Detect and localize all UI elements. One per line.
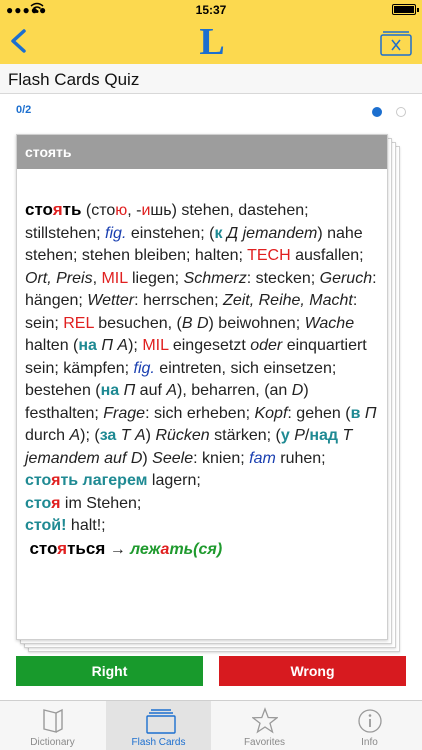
card-word: стоять xyxy=(25,144,72,160)
card-counter: 0/2 xyxy=(16,104,32,116)
page-dot-active[interactable] xyxy=(372,107,382,117)
langenscheidt-logo: L xyxy=(199,21,225,63)
flash-card[interactable]: стоять стоять (стою, -ишь) stehen, daste… xyxy=(16,134,388,640)
status-bar: ●●●●● 15:37 xyxy=(0,0,422,20)
tab-flash-cards[interactable]: Flash Cards xyxy=(106,701,211,750)
headword-reflexive: стояться xyxy=(29,538,106,558)
top-bar: ●●●●● 15:37 L xyxy=(0,0,422,64)
book-icon xyxy=(43,708,63,733)
title-bar: Flash Cards Quiz xyxy=(0,64,422,94)
right-button[interactable]: Right xyxy=(16,656,203,686)
phrase: стоя xyxy=(25,494,61,512)
flash-cards-icon xyxy=(146,709,176,734)
info-icon xyxy=(358,709,382,733)
status-time: 15:37 xyxy=(195,3,227,17)
tab-bar: Dictionary Flash Cards Favorites Info xyxy=(0,700,422,750)
page-title: Flash Cards Quiz xyxy=(8,70,140,89)
tab-dictionary[interactable]: Dictionary xyxy=(0,701,105,750)
card-entry: стоять (стою, -ишь) stehen, dastehen; st… xyxy=(25,200,377,558)
headword: стоять xyxy=(25,200,82,219)
tray-close-icon xyxy=(380,31,412,56)
delete-card-button[interactable] xyxy=(380,30,412,56)
chevron-left-icon xyxy=(11,29,26,53)
page-dot-inactive[interactable] xyxy=(396,107,406,117)
tab-favorites[interactable]: Favorites xyxy=(212,701,317,750)
cross-reference-arrow: → xyxy=(105,540,131,558)
phrase: стой! xyxy=(25,517,67,534)
battery-icon xyxy=(392,4,419,15)
phrase: стоять лагерем xyxy=(25,472,148,489)
tab-info[interactable]: Info xyxy=(317,701,422,750)
back-button[interactable] xyxy=(8,28,32,56)
cross-reference-link[interactable]: лежать(ся) xyxy=(130,541,222,558)
star-icon xyxy=(252,707,278,734)
wrong-button[interactable]: Wrong xyxy=(219,656,406,686)
card-header: стоять xyxy=(17,135,387,169)
